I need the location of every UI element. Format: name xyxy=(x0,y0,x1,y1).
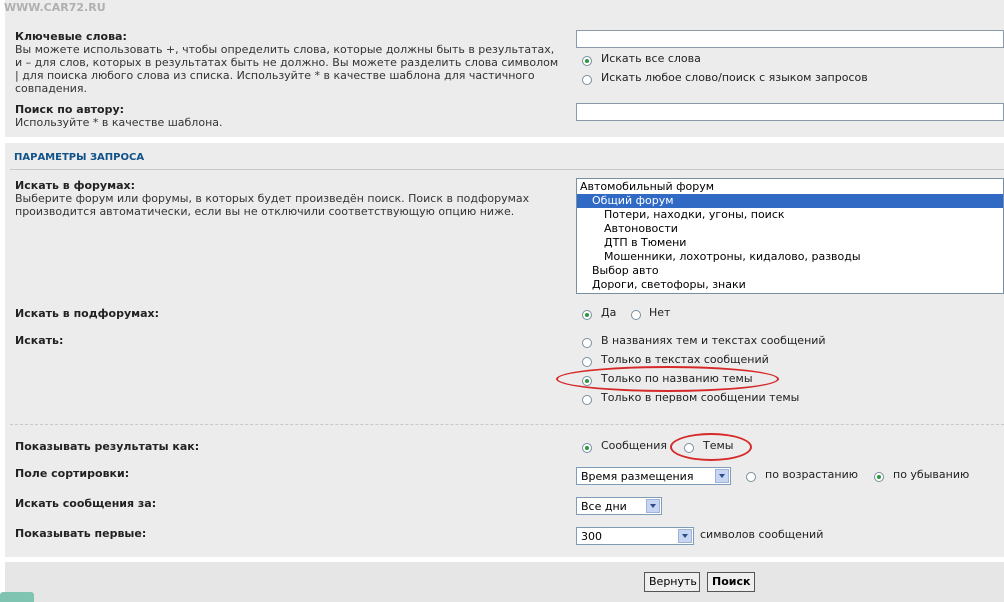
reset-button[interactable]: Вернуть xyxy=(644,572,700,592)
highlight-oval-title-only xyxy=(556,366,779,392)
all-words-radio[interactable] xyxy=(582,56,592,66)
show-posts-radio[interactable] xyxy=(582,443,592,453)
forum-item-selected[interactable]: Общий форум xyxy=(577,194,1003,208)
chevron-down-icon[interactable] xyxy=(646,499,660,513)
watermark-logo: WWW.CAR72.RU xyxy=(4,1,106,14)
forums-listbox[interactable]: Автомобильный форум Общий форум Потери, … xyxy=(576,178,1004,294)
search-first-post-radio[interactable] xyxy=(582,395,592,405)
forum-item[interactable]: Выбор авто xyxy=(577,264,1003,278)
section-divider xyxy=(10,424,1004,425)
author-description: Используйте * в качестве шаблона. xyxy=(15,116,223,129)
sort-asc-radio[interactable] xyxy=(746,472,756,482)
show-first-select[interactable]: 300 xyxy=(576,527,694,545)
keywords-input[interactable] xyxy=(576,30,1004,48)
sort-field-select[interactable]: Время размещения xyxy=(576,467,731,485)
forum-item[interactable]: ДТП в Тюмени xyxy=(577,236,1003,250)
chevron-down-icon[interactable] xyxy=(678,529,692,543)
period-label: Искать сообщения за: xyxy=(15,497,157,510)
any-word-label: Искать любое слово/поиск с языком запрос… xyxy=(601,71,868,84)
author-input[interactable] xyxy=(576,103,1004,121)
subforums-yes-radio[interactable] xyxy=(582,310,592,320)
forum-item[interactable]: Дороги, светофоры, знаки xyxy=(577,278,1003,292)
show-posts-label: Сообщения xyxy=(601,439,668,452)
show-as-label: Показывать результаты как: xyxy=(15,440,200,453)
subforums-yes-label: Да xyxy=(601,306,617,319)
keywords-label: Ключевые слова: xyxy=(15,30,127,43)
show-first-value: 300 xyxy=(581,530,602,543)
subforums-no-radio[interactable] xyxy=(631,310,641,320)
period-value: Все дни xyxy=(581,500,627,513)
search-button[interactable]: Поиск xyxy=(707,572,755,592)
search-titles-and-text-radio[interactable] xyxy=(582,338,592,348)
buttons-bar xyxy=(5,562,1004,602)
subforums-label: Искать в подфорумах: xyxy=(15,307,160,320)
sort-desc-radio[interactable] xyxy=(874,472,884,482)
sort-desc-label: по убыванию xyxy=(893,468,970,481)
forum-item[interactable]: Мошенники, лохотроны, кидалово, разводы xyxy=(577,250,1003,264)
forums-label: Искать в форумах: xyxy=(15,179,135,192)
show-first-label: Показывать первые: xyxy=(15,527,147,540)
subforums-no-label: Нет xyxy=(649,306,671,319)
search-titles-and-text-label: В названиях тем и текстах сообщений xyxy=(601,334,826,347)
search-text-only-label: Только в текстах сообщений xyxy=(601,353,769,366)
sort-label: Поле сортировки: xyxy=(15,467,130,480)
highlight-oval-topics xyxy=(670,433,752,461)
search-first-post-label: Только в первом сообщении темы xyxy=(601,391,800,404)
sort-field-value: Время размещения xyxy=(581,470,694,483)
search-text-only-radio[interactable] xyxy=(582,357,592,367)
search-in-label: Искать: xyxy=(15,334,64,347)
params-divider xyxy=(10,169,1004,170)
all-words-label: Искать все слова xyxy=(601,52,701,65)
any-word-radio[interactable] xyxy=(582,75,592,85)
author-label: Поиск по автору: xyxy=(15,103,125,116)
period-select[interactable]: Все дни xyxy=(576,497,662,515)
show-first-suffix: символов сообщений xyxy=(700,528,824,541)
forum-item[interactable]: Автоновости xyxy=(577,222,1003,236)
forums-description: Выберите форум или форумы, в которых буд… xyxy=(15,192,530,218)
sort-asc-label: по возрастанию xyxy=(765,468,859,481)
chevron-down-icon[interactable] xyxy=(715,469,729,483)
forum-item[interactable]: Потери, находки, угоны, поиск xyxy=(577,208,1003,222)
page-corner-tab xyxy=(0,592,34,602)
forum-item[interactable]: Автомобильный форум xyxy=(577,180,1003,194)
keywords-description: Вы можете использовать +, чтобы определи… xyxy=(15,43,559,95)
params-title: ПАРАМЕТРЫ ЗАПРОСА xyxy=(14,152,145,163)
